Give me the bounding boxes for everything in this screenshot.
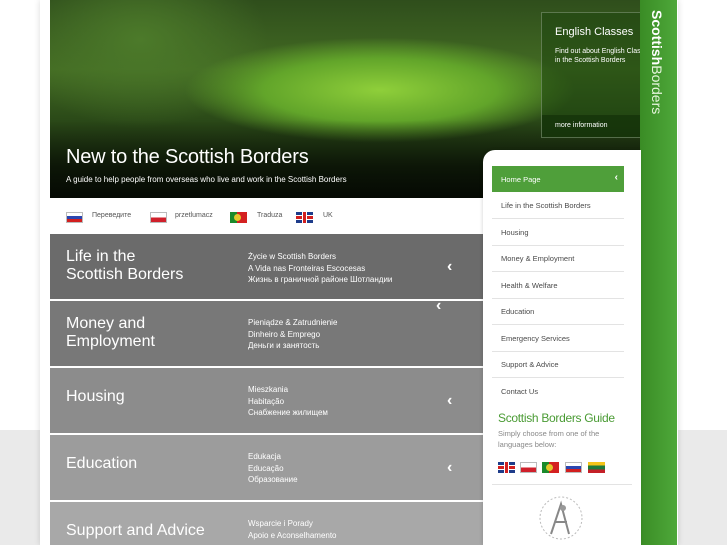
side-navigation: Home Page ‹ Life in the Scottish Borders … (483, 150, 641, 545)
nav-item-home-page[interactable]: Home Page ‹ (492, 166, 624, 192)
lang-link-polish[interactable]: przetlumacz (175, 212, 213, 219)
brand-strip: ScottishBorders (640, 0, 677, 545)
lang-link-russian[interactable]: Переведите (92, 212, 131, 219)
portugal-flag-icon[interactable] (542, 462, 559, 473)
russia-flag-icon[interactable] (565, 462, 582, 473)
poland-flag-icon[interactable] (150, 212, 167, 223)
divider (492, 484, 632, 485)
panel-translations: Edukacja Educação Образование (248, 452, 298, 484)
guide-title: Scottish Borders Guide (498, 411, 615, 425)
english-classes-title: English Classes (555, 26, 634, 38)
english-classes-text: Find out about English Classes in the Sc… (555, 48, 641, 64)
poland-flag-icon[interactable] (520, 462, 537, 473)
guide-text: Simply choose from one of the languages … (498, 429, 600, 449)
panel-translations: Wsparcie i Porady Apoio e Aconselhamento (248, 519, 337, 540)
panel-heading: Housing (66, 388, 125, 405)
uk-flag-icon[interactable] (296, 212, 313, 223)
nav-item-education[interactable]: Education (492, 298, 624, 325)
lang-link-uk[interactable]: UK (323, 212, 333, 219)
chevron-left-icon: ‹ (447, 258, 453, 275)
english-classes-box[interactable]: English Classes Find out about English C… (541, 12, 641, 138)
brand-logo-text: ScottishBorders (649, 10, 665, 115)
award-seal-icon (539, 496, 583, 540)
hero-title: New to the Scottish Borders (66, 146, 309, 168)
panel-heading: Education (66, 455, 138, 472)
language-bar: Переведите przetlumacz Traduza UK (50, 206, 483, 230)
chevron-left-icon: ‹ (447, 459, 453, 476)
panel-heading: Money and Employment (66, 315, 155, 350)
panel-heading: Life in the Scottish Borders (66, 248, 184, 283)
chevron-left-icon: ‹ (447, 392, 453, 409)
nav-item-emergency-services[interactable]: Emergency Services (492, 325, 624, 352)
chevron-left-icon: ‹ (436, 297, 442, 314)
panel-money-and-employment[interactable]: Money and Employment Pieniądze & Zatrudni… (50, 297, 483, 366)
panel-education[interactable]: Education Edukacja Educação Образование ‹ (50, 435, 483, 500)
nav-item-contact-us[interactable]: Contact Us (492, 378, 624, 404)
panel-heading: Support and Advice (66, 522, 205, 539)
lang-link-portuguese[interactable]: Traduza (257, 212, 282, 219)
uk-flag-icon[interactable] (498, 462, 515, 473)
panel-life-in-scottish-borders[interactable]: Life in the Scottish Borders Życie w Scot… (50, 234, 483, 299)
lithuania-flag-icon[interactable] (588, 462, 605, 473)
nav-item-money-employment[interactable]: Money & Employment (492, 245, 624, 272)
chevron-left-icon: ‹ (614, 172, 618, 183)
russia-flag-icon[interactable] (66, 212, 83, 223)
panel-translations: Pieniądze & Zatrudnienie Dinheiro & Empre… (248, 318, 338, 350)
hero-subtitle: A guide to help people from overseas who… (66, 175, 347, 184)
more-information-link[interactable]: more information ‹ (542, 115, 641, 137)
nav-item-health-welfare[interactable]: Health & Welfare (492, 272, 624, 299)
panel-translations: Życie w Scottish Borders A Vida nas Front… (248, 252, 393, 284)
panel-support-and-advice[interactable]: Support and Advice Wsparcie i Porady Apoi… (50, 502, 483, 545)
more-information-label: more information (555, 122, 608, 129)
nav-item-housing[interactable]: Housing (492, 219, 624, 246)
panel-housing[interactable]: Housing Mieszkania Habitação Снабжение жил… (50, 368, 483, 433)
portugal-flag-icon[interactable] (230, 212, 247, 223)
nav-item-life-in-scottish-borders[interactable]: Life in the Scottish Borders (492, 192, 624, 219)
panel-translations: Mieszkania Habitação Снабжение жилищем (248, 385, 328, 417)
nav-item-support-advice[interactable]: Support & Advice (492, 351, 624, 378)
